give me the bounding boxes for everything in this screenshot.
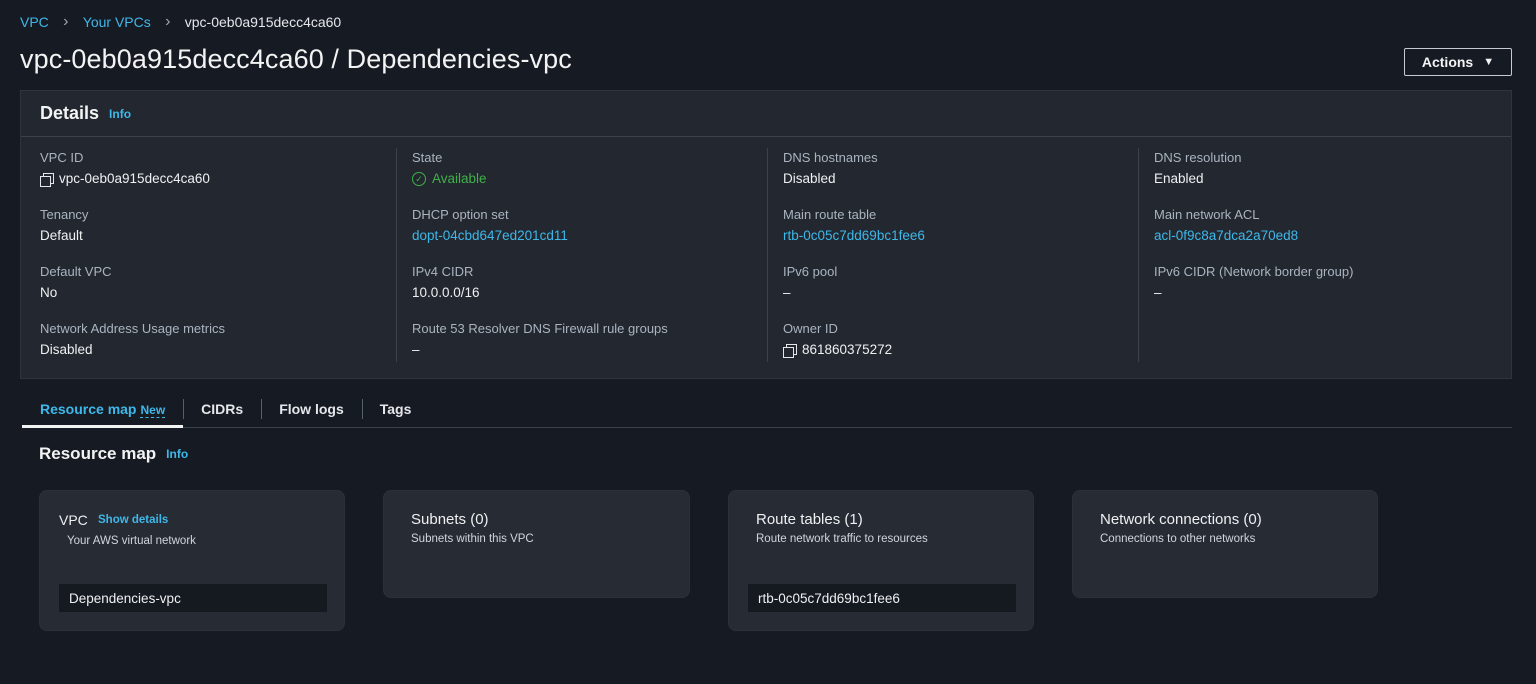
field-label: Main network ACL (1154, 207, 1260, 222)
resource-map-heading: Resource map (39, 444, 157, 463)
field-ipv4-cidr: IPv4 CIDR 10.0.0.0/16 (412, 262, 768, 319)
breadcrumb-vpc[interactable]: VPC (20, 14, 49, 30)
route-tables-card-subtitle: Route network traffic to resources (756, 533, 928, 545)
field-label: Network Address Usage metrics (40, 321, 225, 336)
field-label: IPv4 CIDR (412, 264, 474, 279)
field-label: IPv6 pool (783, 264, 838, 279)
main-acl-link[interactable]: acl-0f9c8a7dca2a70ed8 (1154, 225, 1510, 247)
route-tables-card-title: Route tables (1) (756, 511, 863, 528)
field-label: IPv6 CIDR (Network border group) (1154, 264, 1354, 279)
breadcrumb: VPC › Your VPCs › vpc-0eb0a915decc4ca60 (20, 12, 341, 32)
field-dhcp: DHCP option set dopt-04cbd647ed201cd11 (412, 205, 768, 262)
details-column-3: DNS hostnames Disabled Main route table … (767, 148, 1139, 362)
field-label: Tenancy (40, 207, 89, 222)
field-label: Owner ID (783, 321, 838, 336)
field-nau-metrics: Network Address Usage metrics Disabled (40, 319, 396, 376)
vpc-item[interactable]: Dependencies-vpc (59, 584, 327, 612)
chevron-right-icon: › (63, 13, 69, 30)
field-state: State ✓ Available (412, 148, 768, 205)
owner-id-value: 861860375272 (802, 342, 893, 357)
tab-label: Resource map (40, 401, 137, 417)
breadcrumb-your-vpcs[interactable]: Your VPCs (83, 14, 151, 30)
chevron-right-icon: › (165, 13, 171, 30)
details-title: Details (40, 103, 100, 123)
main-route-table-link[interactable]: rtb-0c05c7dd69bc1fee6 (783, 225, 1139, 247)
new-badge: New (140, 403, 166, 418)
vpc-id-value: vpc-0eb0a915decc4ca60 (59, 171, 210, 186)
actions-button[interactable]: Actions ▼ (1404, 48, 1512, 76)
field-default-vpc: Default VPC No (40, 262, 396, 319)
field-label: DNS hostnames (783, 150, 878, 165)
vpc-card-subtitle: Your AWS virtual network (67, 535, 196, 547)
field-main-route-table: Main route table rtb-0c05c7dd69bc1fee6 (783, 205, 1139, 262)
field-tenancy: Tenancy Default (40, 205, 396, 262)
field-value: No (40, 285, 58, 300)
route-table-item[interactable]: rtb-0c05c7dd69bc1fee6 (748, 584, 1016, 612)
details-info-link[interactable]: Info (109, 107, 131, 121)
field-dns-resolution: DNS resolution Enabled (1154, 148, 1510, 205)
tab-cidrs[interactable]: CIDRs (183, 396, 261, 427)
state-value: ✓ Available (412, 168, 768, 190)
field-ipv6-cidr: IPv6 CIDR (Network border group) – (1154, 262, 1510, 319)
subnets-card: Subnets (0) Subnets within this VPC (383, 490, 690, 598)
details-column-2: State ✓ Available DHCP option set dopt-0… (396, 148, 768, 362)
tab-bar: Resource map New CIDRs Flow logs Tags (22, 396, 1512, 428)
field-value: 10.0.0.0/16 (412, 285, 480, 300)
page-title: vpc-0eb0a915decc4ca60 / Dependencies-vpc (20, 44, 572, 74)
resource-map-info-link[interactable]: Info (166, 447, 188, 461)
field-value: 861860375272 (783, 339, 1139, 361)
caret-down-icon: ▼ (1483, 56, 1495, 68)
subnets-card-title: Subnets (0) (411, 511, 489, 528)
field-value: – (412, 342, 420, 357)
dhcp-link[interactable]: dopt-04cbd647ed201cd11 (412, 225, 768, 247)
field-main-acl: Main network ACL acl-0f9c8a7dca2a70ed8 (1154, 205, 1510, 262)
network-connections-card: Network connections (0) Connections to o… (1072, 490, 1378, 598)
copy-icon[interactable] (40, 172, 54, 187)
field-label: VPC ID (40, 150, 84, 165)
vpc-card: VPC Show details Your AWS virtual networ… (39, 490, 345, 631)
network-connections-card-title: Network connections (0) (1100, 511, 1262, 528)
breadcrumb-current: vpc-0eb0a915decc4ca60 (184, 14, 342, 30)
field-value: Disabled (40, 342, 93, 357)
actions-label: Actions (1421, 54, 1474, 70)
field-value: vpc-0eb0a915decc4ca60 (40, 168, 396, 190)
details-column-1: VPC ID vpc-0eb0a915decc4ca60 Tenancy Def… (40, 148, 396, 362)
field-label: State (412, 150, 443, 165)
tab-resource-map[interactable]: Resource map New (22, 396, 184, 428)
field-value: Enabled (1154, 171, 1204, 186)
field-value: Disabled (783, 171, 836, 186)
field-label: Main route table (783, 207, 877, 222)
field-value: – (1154, 285, 1162, 300)
field-value: Default (40, 228, 83, 243)
network-connections-card-subtitle: Connections to other networks (1100, 533, 1256, 545)
details-panel: Details Info VPC ID vpc-0eb0a915decc4ca6… (20, 90, 1512, 379)
vpc-card-title: VPC (59, 512, 88, 528)
show-details-link[interactable]: Show details (98, 514, 168, 526)
field-r53-firewall: Route 53 Resolver DNS Firewall rule grou… (412, 319, 768, 376)
field-label: DHCP option set (412, 207, 509, 222)
route-tables-card: Route tables (1) Route network traffic t… (728, 490, 1034, 631)
field-vpc-id: VPC ID vpc-0eb0a915decc4ca60 (40, 148, 396, 205)
field-dns-hostnames: DNS hostnames Disabled (783, 148, 1139, 205)
copy-icon[interactable] (783, 343, 797, 358)
check-circle-icon: ✓ (412, 172, 426, 186)
field-label: Route 53 Resolver DNS Firewall rule grou… (412, 321, 668, 336)
field-owner-id: Owner ID 861860375272 (783, 319, 1139, 376)
details-grid: VPC ID vpc-0eb0a915decc4ca60 Tenancy Def… (21, 138, 1511, 378)
field-value: – (783, 285, 791, 300)
tab-flow-logs[interactable]: Flow logs (261, 396, 362, 427)
field-ipv6-pool: IPv6 pool – (783, 262, 1139, 319)
subnets-card-subtitle: Subnets within this VPC (411, 533, 534, 545)
resource-map-title: Resource map Info (39, 444, 188, 464)
details-header: Details Info (21, 91, 1511, 137)
details-column-4: DNS resolution Enabled Main network ACL … (1138, 148, 1510, 362)
state-status: Available (432, 171, 487, 186)
tab-tags[interactable]: Tags (361, 396, 430, 427)
field-label: Default VPC (40, 264, 112, 279)
field-label: DNS resolution (1154, 150, 1242, 165)
